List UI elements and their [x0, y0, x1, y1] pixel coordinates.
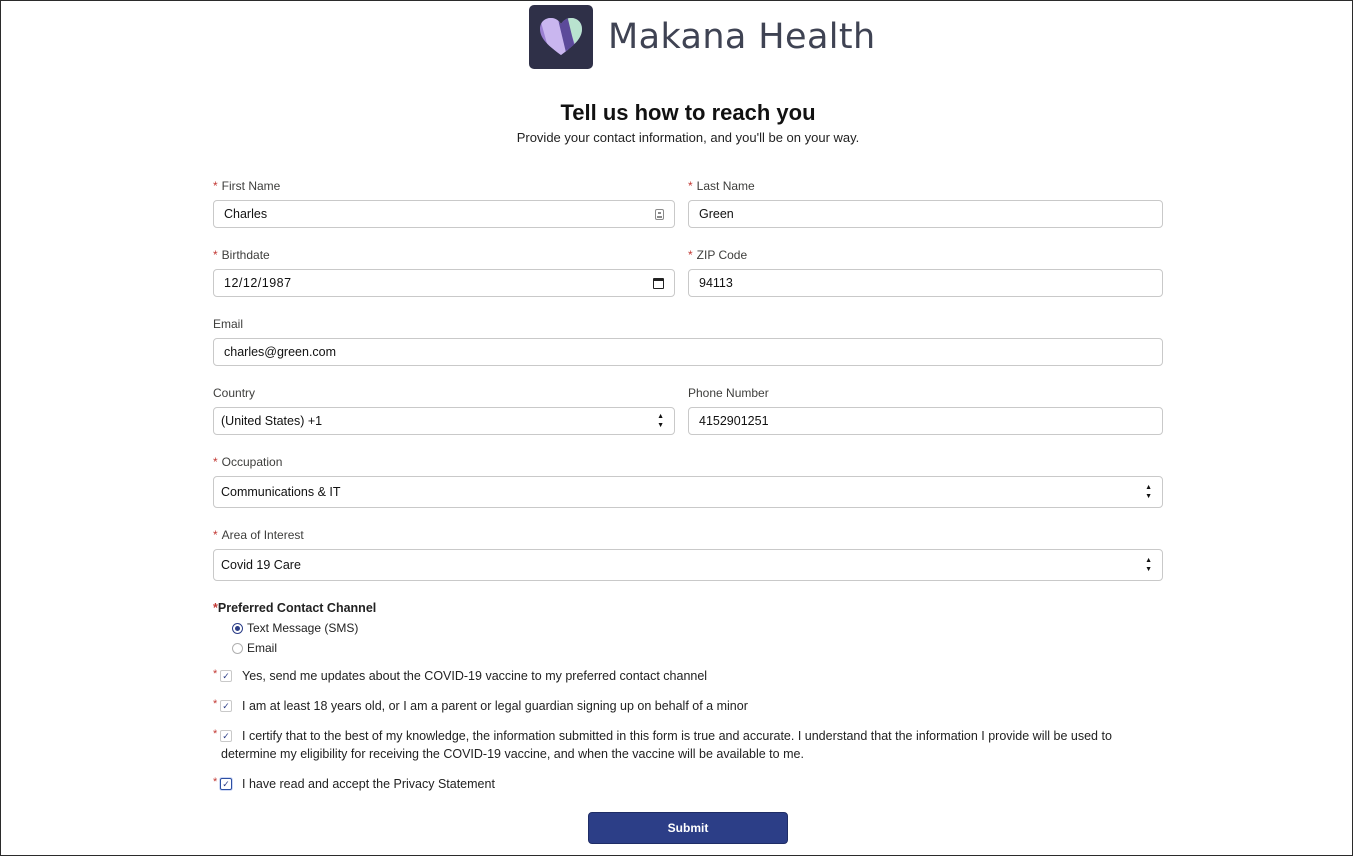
first-name-field: * First Name Charles: [213, 178, 675, 228]
consent-age: * ✓ I am at least 18 years old, or I am …: [213, 698, 748, 713]
contact-card-icon[interactable]: [655, 208, 664, 220]
occupation-label: * Occupation: [213, 455, 283, 469]
radio-button-selected[interactable]: [232, 622, 243, 634]
page-title: Tell us how to reach you: [560, 100, 816, 125]
country-select[interactable]: (United States) +1 ▲ ▼: [213, 407, 675, 435]
first-name-input[interactable]: Charles: [213, 200, 675, 228]
email-field: Email charles@green.com: [213, 316, 1163, 366]
zip-label: * ZIP Code: [688, 248, 748, 262]
birthdate-input[interactable]: 12/12/1987: [213, 269, 675, 297]
occupation-select[interactable]: Communications & IT ▲ ▼: [213, 476, 1163, 508]
consent-privacy: * ✓ I have read and accept the Privacy S…: [213, 776, 495, 791]
country-field: Country (United States) +1 ▲ ▼: [213, 385, 675, 435]
zip-field: * ZIP Code 94113: [688, 247, 1163, 297]
phone-label: Phone Number: [688, 386, 769, 400]
area-of-interest-label: * Area of Interest: [213, 528, 304, 542]
select-arrows-icon: ▲ ▼: [1145, 557, 1152, 573]
birthdate-label: * Birthdate: [213, 248, 270, 262]
select-arrows-icon: ▲ ▼: [657, 413, 664, 429]
radio-sms[interactable]: Text Message (SMS): [232, 621, 358, 635]
first-name-label: * First Name: [213, 179, 281, 193]
radio-email[interactable]: Email: [232, 641, 277, 655]
email-input[interactable]: charles@green.com: [213, 338, 1163, 366]
area-of-interest-field: * Area of Interest Covid 19 Care ▲ ▼: [213, 527, 1163, 581]
brand-header: Makana Health: [529, 4, 876, 70]
last-name-field: * Last Name Green: [688, 178, 1163, 228]
consent-certify-checkbox[interactable]: ✓: [220, 730, 232, 742]
radio-button[interactable]: [232, 642, 243, 654]
calendar-icon[interactable]: [653, 277, 664, 289]
area-of-interest-select[interactable]: Covid 19 Care ▲ ▼: [213, 549, 1163, 581]
zip-input[interactable]: 94113: [688, 269, 1163, 297]
consent-updates-checkbox[interactable]: ✓: [220, 670, 232, 682]
heart-logo-icon: [529, 5, 593, 69]
consent-updates: * ✓ Yes, send me updates about the COVID…: [213, 668, 708, 683]
last-name-label: * Last Name: [688, 179, 755, 193]
page-subtitle: Provide your contact information, and yo…: [516, 130, 860, 145]
phone-field: Phone Number 4152901251: [688, 385, 1163, 435]
consent-privacy-checkbox[interactable]: ✓: [220, 778, 232, 790]
email-label: Email: [213, 317, 244, 331]
phone-input[interactable]: 4152901251: [688, 407, 1163, 435]
consent-age-checkbox[interactable]: ✓: [220, 700, 232, 712]
select-arrows-icon: ▲ ▼: [1145, 484, 1152, 500]
occupation-field: * Occupation Communications & IT ▲ ▼: [213, 454, 1163, 508]
last-name-input[interactable]: Green: [688, 200, 1163, 228]
brand-name: Makana Health: [608, 17, 876, 57]
birthdate-field: * Birthdate 12/12/1987: [213, 247, 675, 297]
contact-channel-label: *Preferred Contact Channel: [213, 601, 377, 615]
country-label: Country: [213, 386, 256, 400]
consent-certify: * ✓ I certify that to the best of my kno…: [213, 728, 1112, 761]
submit-button[interactable]: Submit: [588, 812, 788, 844]
